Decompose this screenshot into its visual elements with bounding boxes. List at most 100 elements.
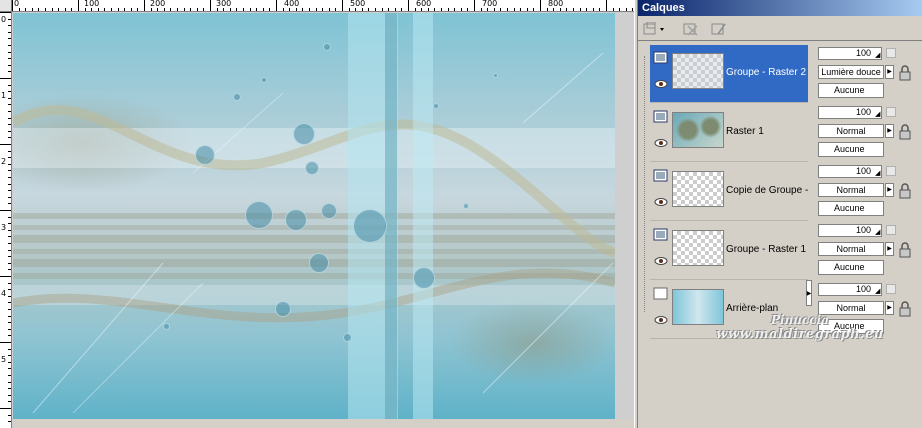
ruler-left: 0 1 2 3 4 5 [0, 12, 12, 428]
opacity-slider-arrow[interactable]: ◢ [875, 287, 880, 295]
blend-dropdown-arrow[interactable]: ▶ [885, 124, 894, 138]
ruler-tick [71, 8, 73, 11]
opacity-field[interactable]: 100 [818, 106, 882, 119]
visibility-eye-icon[interactable] [654, 256, 668, 266]
layer-link-icon[interactable] [886, 48, 896, 58]
palette-title[interactable]: Calques [638, 0, 922, 16]
ruler-tick [8, 302, 11, 304]
ruler-top-label: 600 [416, 0, 432, 8]
visibility-eye-icon[interactable] [654, 138, 668, 148]
ruler-tick [8, 104, 11, 106]
mask-field[interactable]: Aucune [818, 83, 884, 98]
layer-link-icon[interactable] [886, 225, 896, 235]
mask-field[interactable]: Aucune [818, 260, 884, 275]
ruler-tick [8, 394, 11, 396]
ruler-tick [8, 282, 11, 284]
ruler-tick [328, 8, 330, 11]
layer-link-icon[interactable] [886, 166, 896, 176]
opacity-field[interactable]: 100 [818, 165, 882, 178]
lock-icon[interactable] [898, 124, 912, 140]
watermark: Pinuccia www.maldiregraph.eu [680, 314, 920, 343]
ruler-tick [91, 8, 93, 11]
blend-mode-select[interactable]: Normal [818, 242, 884, 256]
blend-mode-select[interactable]: Normal [818, 183, 884, 197]
ruler-top: 0 100 200 300 400 500 600 700 800 [12, 0, 634, 12]
visibility-eye-icon[interactable] [654, 79, 668, 89]
ruler-tick [190, 8, 192, 11]
ruler-tick [177, 8, 178, 11]
lock-icon[interactable] [898, 242, 912, 258]
ruler-tick [579, 8, 581, 11]
raster-layer-icon [653, 228, 668, 241]
vertical-scrollbar[interactable] [615, 13, 634, 419]
lock-icon[interactable] [898, 183, 912, 199]
ruler-tick [520, 8, 522, 11]
ruler-tick [150, 8, 152, 11]
opacity-slider-arrow[interactable]: ◢ [875, 169, 880, 177]
ruler-tick [8, 361, 11, 363]
ruler-top-label: 800 [548, 0, 564, 8]
new-layer-icon[interactable] [642, 20, 668, 38]
ruler-left-label: 0 [1, 15, 7, 24]
ruler-tick [355, 8, 357, 11]
ruler-tick [8, 322, 11, 324]
ruler-tick [8, 256, 11, 258]
ruler-tick [137, 8, 139, 11]
blend-mode-select[interactable]: Lumière douce [818, 65, 884, 79]
mask-field[interactable]: Aucune [818, 201, 884, 216]
image-canvas[interactable] [13, 13, 615, 419]
blend-dropdown-arrow[interactable]: ▶ [885, 183, 894, 197]
bubble [353, 209, 387, 243]
wave-decoration [13, 52, 615, 414]
opacity-field[interactable]: 100 [818, 224, 882, 237]
opacity-field[interactable]: 100 [818, 47, 882, 60]
opacity-slider-arrow[interactable]: ◢ [875, 110, 880, 118]
ruler-tick [157, 8, 159, 11]
ruler-tick [8, 414, 11, 416]
ruler-left-label: 2 [1, 157, 7, 166]
layer-row[interactable]: Groupe - Raster 1 [650, 222, 808, 280]
delete-layer-icon[interactable] [682, 20, 700, 38]
mask-field[interactable]: Aucune [818, 142, 884, 157]
ruler-tick [546, 8, 548, 11]
blend-dropdown-arrow[interactable]: ▶ [885, 301, 894, 315]
layer-row[interactable]: Copie de Groupe - [650, 163, 808, 221]
layer-properties-icon[interactable] [710, 20, 728, 38]
ruler-tick [144, 0, 145, 11]
ruler-left-label: 1 [1, 91, 7, 100]
blend-mode-select[interactable]: Normal [818, 124, 884, 138]
blend-dropdown-arrow[interactable]: ▶ [885, 242, 894, 256]
ruler-tick [8, 243, 11, 244]
ruler-tick [8, 170, 11, 172]
layer-row[interactable]: Raster 1 [650, 104, 808, 162]
layer-row[interactable]: Groupe - Raster 2 [650, 45, 808, 103]
visibility-eye-icon[interactable] [654, 315, 668, 325]
ruler-tick [282, 8, 284, 11]
vertical-strip [385, 13, 397, 419]
layer-link-icon[interactable] [886, 107, 896, 117]
horizontal-scrollbar[interactable] [13, 419, 634, 428]
ruler-tick [8, 157, 11, 159]
bubble [323, 43, 331, 51]
canvas-area: 0 100 200 300 400 500 600 700 800 0 1 2 … [0, 0, 634, 428]
bubble [275, 301, 291, 317]
blend-dropdown-arrow[interactable]: ▶ [885, 65, 894, 79]
ruler-tick [566, 8, 568, 11]
ruler-tick [408, 0, 409, 11]
opacity-slider-arrow[interactable]: ◢ [875, 228, 880, 236]
opacity-slider-arrow[interactable]: ◢ [875, 51, 880, 59]
ruler-top-label: 200 [150, 0, 166, 8]
lock-icon[interactable] [898, 65, 912, 81]
layer-panel-splitter[interactable]: ▶ [806, 280, 812, 306]
visibility-eye-icon[interactable] [654, 197, 668, 207]
ruler-tick [8, 111, 11, 112]
ruler-tick [111, 8, 112, 11]
layer-link-icon[interactable] [886, 284, 896, 294]
ruler-tick [124, 8, 126, 11]
opacity-field[interactable]: 100 [818, 283, 882, 296]
ruler-tick [421, 8, 423, 11]
ruler-tick [38, 8, 40, 11]
ruler-tick [592, 8, 594, 11]
ruler-tick [0, 144, 11, 145]
ruler-tick [8, 315, 11, 317]
